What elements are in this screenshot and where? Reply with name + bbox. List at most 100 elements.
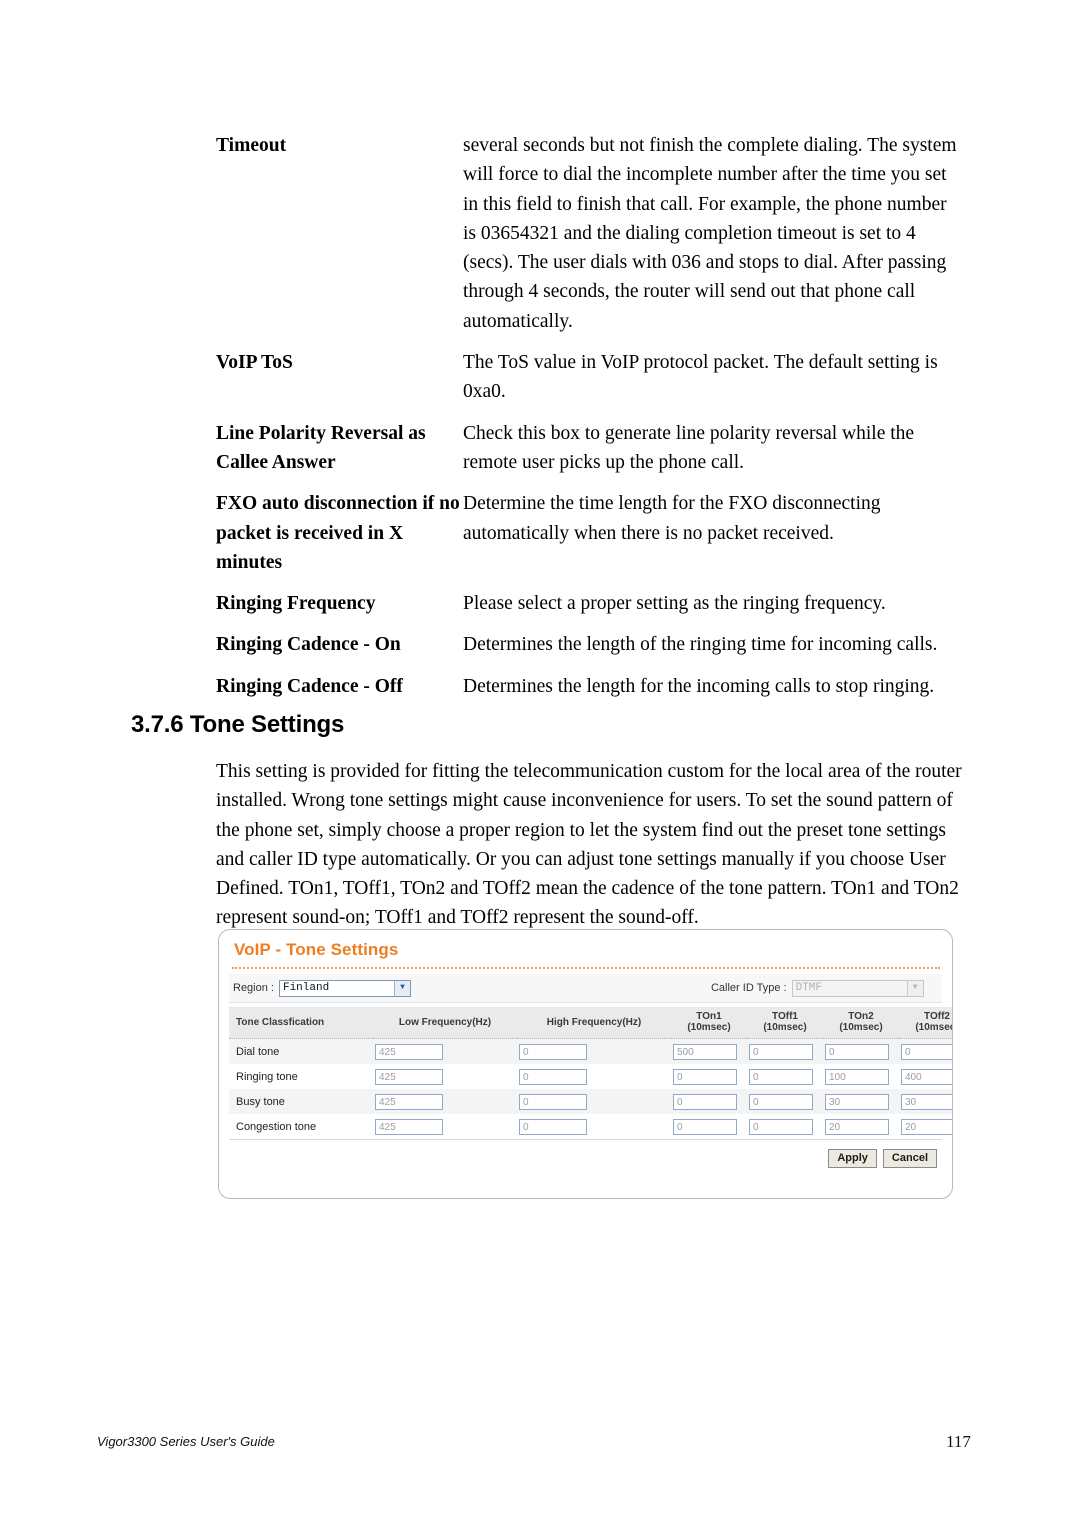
ton1-input[interactable]: 0 bbox=[673, 1118, 737, 1135]
region-select-value: Finland bbox=[282, 982, 330, 994]
row-label: Ringing tone bbox=[229, 1064, 373, 1089]
ton1-input[interactable]: 0 bbox=[673, 1068, 737, 1085]
chevron-down-icon: ▼ bbox=[906, 980, 923, 996]
ton2-input[interactable]: 30 bbox=[825, 1093, 889, 1110]
low-frequency-input[interactable]: 425 bbox=[375, 1068, 443, 1085]
cell-ton2: 100 bbox=[823, 1064, 899, 1089]
definition-description: Determines the length of the ringing tim… bbox=[463, 634, 938, 656]
definition-row: Ringing Frequency Please select a proper… bbox=[216, 589, 964, 618]
cell-ton1: 500 bbox=[671, 1038, 747, 1064]
cell-ton1: 0 bbox=[671, 1089, 747, 1114]
caller-id-type-select[interactable]: DTMF ▼ bbox=[791, 979, 924, 997]
definition-row: Timeout several seconds but not finish t… bbox=[216, 131, 964, 336]
cell-high-frequency: 0 bbox=[517, 1064, 671, 1089]
definition-row: Line Polarity Reversal as Callee Answer … bbox=[216, 419, 964, 478]
column-header-classification: Tone Classfication bbox=[229, 1007, 373, 1039]
column-header-toff1-title: TOff1 bbox=[772, 1011, 798, 1022]
section-paragraph: This setting is provided for fitting the… bbox=[216, 761, 962, 929]
toff2-input[interactable]: 400 bbox=[901, 1068, 952, 1085]
title-divider bbox=[232, 967, 940, 969]
cell-ton1: 0 bbox=[671, 1114, 747, 1139]
cell-ton2: 20 bbox=[823, 1114, 899, 1139]
low-frequency-input[interactable]: 425 bbox=[375, 1118, 443, 1135]
low-frequency-input[interactable]: 425 bbox=[375, 1093, 443, 1110]
panel-title: VoIP - Tone Settings bbox=[234, 940, 399, 959]
definition-description: Determine the time length for the FXO di… bbox=[463, 493, 881, 544]
definition-description: The ToS value in VoIP protocol packet. T… bbox=[463, 352, 938, 403]
high-frequency-input[interactable]: 0 bbox=[519, 1093, 587, 1110]
column-header-toff2-title: TOff2 bbox=[924, 1011, 950, 1022]
low-frequency-input[interactable]: 425 bbox=[375, 1043, 443, 1060]
chevron-down-icon: ▼ bbox=[393, 980, 410, 996]
toff2-input[interactable]: 20 bbox=[901, 1118, 952, 1135]
definition-term: Ringing Frequency bbox=[216, 593, 376, 615]
column-header-ton2-unit: (10msec) bbox=[839, 1022, 883, 1033]
cell-toff1: 0 bbox=[747, 1038, 823, 1064]
column-header-ton2: TOn2 (10msec) bbox=[823, 1007, 899, 1039]
section-heading: 3.7.6 Tone Settings bbox=[131, 711, 345, 738]
definition-row: VoIP ToS The ToS value in VoIP protocol … bbox=[216, 348, 964, 407]
cell-toff2: 20 bbox=[899, 1114, 952, 1139]
definition-term: FXO auto disconnection if no packet is r… bbox=[216, 493, 460, 573]
high-frequency-input[interactable]: 0 bbox=[519, 1118, 587, 1135]
toff1-input[interactable]: 0 bbox=[749, 1043, 813, 1060]
caller-id-type-value: DTMF bbox=[795, 982, 822, 994]
apply-button[interactable]: Apply bbox=[828, 1149, 877, 1168]
cell-toff2: 30 bbox=[899, 1089, 952, 1114]
definition-term: Line Polarity Reversal as Callee Answer bbox=[216, 422, 426, 473]
footer-document-title: Vigor3300 Series User's Guide bbox=[97, 1434, 275, 1449]
cell-low-frequency: 425 bbox=[373, 1038, 517, 1064]
cell-high-frequency: 0 bbox=[517, 1089, 671, 1114]
definition-row: Ringing Cadence - Off Determines the len… bbox=[216, 672, 964, 701]
toff1-input[interactable]: 0 bbox=[749, 1118, 813, 1135]
ton1-input[interactable]: 0 bbox=[673, 1093, 737, 1110]
cell-toff1: 0 bbox=[747, 1064, 823, 1089]
panel-button-row: Apply Cancel bbox=[229, 1140, 942, 1168]
cell-low-frequency: 425 bbox=[373, 1089, 517, 1114]
toff1-input[interactable]: 0 bbox=[749, 1068, 813, 1085]
column-header-high-frequency: High Frequency(Hz) bbox=[517, 1007, 671, 1039]
high-frequency-input[interactable]: 0 bbox=[519, 1068, 587, 1085]
cell-low-frequency: 425 bbox=[373, 1064, 517, 1089]
column-header-low-frequency: Low Frequency(Hz) bbox=[373, 1007, 517, 1039]
caller-id-type-label: Caller ID Type : bbox=[710, 982, 787, 994]
table-row: Dial tone 425 0 500 0 0 0 bbox=[229, 1038, 952, 1064]
footer-page-number: 117 bbox=[946, 1432, 971, 1451]
region-label: Region : bbox=[233, 982, 274, 994]
cell-high-frequency: 0 bbox=[517, 1038, 671, 1064]
toff2-input[interactable]: 0 bbox=[901, 1043, 952, 1060]
cell-high-frequency: 0 bbox=[517, 1114, 671, 1139]
caller-id-group: Caller ID Type : DTMF ▼ bbox=[710, 979, 924, 997]
definition-term: Ringing Cadence - On bbox=[216, 634, 401, 656]
ton2-input[interactable]: 100 bbox=[825, 1068, 889, 1085]
row-label: Busy tone bbox=[229, 1089, 373, 1114]
table-row: Busy tone 425 0 0 0 30 30 bbox=[229, 1089, 952, 1114]
high-frequency-input[interactable]: 0 bbox=[519, 1043, 587, 1060]
tone-settings-table: Tone Classfication Low Frequency(Hz) Hig… bbox=[229, 1007, 952, 1139]
ton2-input[interactable]: 20 bbox=[825, 1118, 889, 1135]
cell-toff1: 0 bbox=[747, 1114, 823, 1139]
cell-toff2: 400 bbox=[899, 1064, 952, 1089]
table-header-row: Tone Classfication Low Frequency(Hz) Hig… bbox=[229, 1007, 952, 1039]
table-row: Congestion tone 425 0 0 0 20 20 bbox=[229, 1114, 952, 1139]
column-header-ton1-title: TOn1 bbox=[696, 1011, 722, 1022]
cancel-button[interactable]: Cancel bbox=[882, 1149, 937, 1168]
toff2-input[interactable]: 30 bbox=[901, 1093, 952, 1110]
definition-description: Determines the length for the incoming c… bbox=[463, 675, 935, 697]
toff1-input[interactable]: 0 bbox=[749, 1093, 813, 1110]
region-settings-bar: Region : Finland ▼ Caller ID Type : DTMF… bbox=[229, 974, 942, 1003]
region-select[interactable]: Finland ▼ bbox=[278, 979, 411, 997]
cell-low-frequency: 425 bbox=[373, 1114, 517, 1139]
table-row: Ringing tone 425 0 0 0 100 400 bbox=[229, 1064, 952, 1089]
ton1-input[interactable]: 500 bbox=[673, 1043, 737, 1060]
column-header-toff2: TOff2 (10msec) bbox=[899, 1007, 952, 1039]
definition-description: several seconds but not finish the compl… bbox=[463, 135, 957, 332]
ton2-input[interactable]: 0 bbox=[825, 1043, 889, 1060]
definition-description: Please select a proper setting as the ri… bbox=[463, 593, 886, 615]
column-header-toff1-unit: (10msec) bbox=[763, 1022, 807, 1033]
definition-term: Timeout bbox=[216, 135, 287, 156]
cell-ton2: 30 bbox=[823, 1089, 899, 1114]
cell-ton1: 0 bbox=[671, 1064, 747, 1089]
cell-toff1: 0 bbox=[747, 1089, 823, 1114]
column-header-ton1-unit: (10msec) bbox=[687, 1022, 731, 1033]
